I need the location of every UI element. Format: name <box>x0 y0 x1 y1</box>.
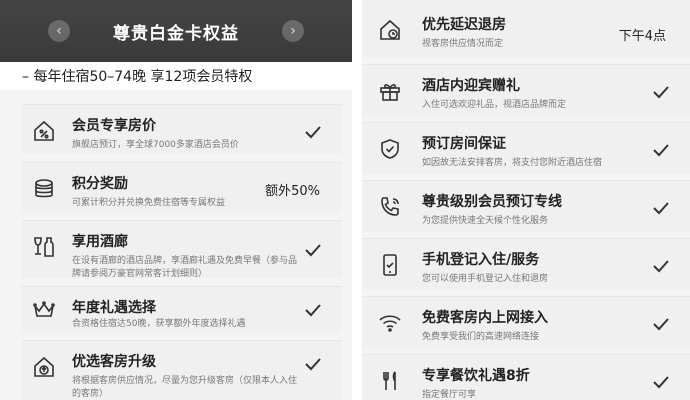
check-icon <box>304 355 322 373</box>
benefit-card-member-rate[interactable]: 会员专享房价 旗舰店预订，享全球7000多家酒店会员价 <box>22 104 342 154</box>
header: ‹ 尊贵白金卡权益 › <box>0 0 352 62</box>
benefit-value: 下午4点 <box>618 29 666 44</box>
next-button[interactable]: › <box>282 20 304 42</box>
right-panel: 优先延迟退房 视客房供应情况而定 下午4点 酒店内迎宾赠礼 入住可选欢迎礼品，视… <box>362 0 690 400</box>
check-icon <box>304 241 322 259</box>
tier-subtitle: – 每年住宿50–74晚 享12项会员特权 <box>0 62 352 90</box>
phone-icon <box>378 195 402 219</box>
percent-house-icon <box>32 119 56 143</box>
benefit-desc: 如因故无法安排客房，将支付您附近酒店住宿 <box>422 158 603 168</box>
benefit-name: 专享餐饮礼遇8折 <box>422 368 530 384</box>
shield-check-icon <box>378 137 402 161</box>
check-icon <box>652 315 670 333</box>
benefit-desc: 旗舰店预订，享全球7000多家酒店会员价 <box>72 140 239 150</box>
page-title: 尊贵白金卡权益 <box>113 23 239 44</box>
check-icon <box>652 83 670 101</box>
check-icon <box>304 301 322 319</box>
benefit-card-welcome-gift[interactable]: 酒店内迎宾赠礼 入住可选欢迎礼品，视酒店品牌而定 <box>362 64 690 116</box>
benefit-desc: 入住可选欢迎礼品，视酒店品牌而定 <box>422 100 567 110</box>
benefit-name: 优选客房升级 <box>72 354 156 370</box>
benefit-card-points[interactable]: 积分奖励 可累计积分并兑换免费住宿等专属权益 额外50% <box>22 162 342 212</box>
benefit-desc: 为您提供快速全天候个性化服务 <box>422 216 549 226</box>
benefit-desc: 在设有酒廊的酒店品牌，享酒廊礼遇及免费早餐（参与品牌请参阅万豪官网常客计划细则） <box>72 256 298 279</box>
gift-icon <box>378 79 402 103</box>
benefit-card-lounge[interactable]: 享用酒廊 在设有酒廊的酒店品牌，享酒廊礼遇及免费早餐（参与品牌请参阅万豪官网常客… <box>22 220 342 279</box>
clock-house-icon <box>378 18 402 42</box>
check-icon <box>304 123 322 141</box>
crown-icon <box>32 298 56 322</box>
check-icon <box>652 141 670 159</box>
panel-divider <box>352 0 362 400</box>
benefit-desc: 您可以使用手机登记入住和退房 <box>422 274 549 284</box>
benefit-name: 酒店内迎宾赠礼 <box>422 78 520 94</box>
benefit-desc: 视客房供应情况而定 <box>422 39 504 49</box>
benefit-card-free-internet[interactable]: 免费客房内上网接入 免费享受我们的高速网络连接 <box>362 296 690 348</box>
benefit-name: 优先延迟退房 <box>422 17 506 33</box>
benefit-name: 尊贵级别会员预订专线 <box>422 194 562 210</box>
wine-icon <box>32 235 56 259</box>
benefit-card-room-guarantee[interactable]: 预订房间保证 如因故无法安排客房，将支付您附近酒店住宿 <box>362 122 690 174</box>
check-icon <box>652 199 670 217</box>
dining-icon <box>378 369 402 393</box>
wifi-icon <box>378 311 402 335</box>
benefit-card-dining-discount[interactable]: 专享餐饮礼遇8折 指定餐厅可享 <box>362 354 690 400</box>
benefit-desc: 免费享受我们的高速网络连接 <box>422 332 540 342</box>
benefit-name: 会员专享房价 <box>72 118 156 134</box>
benefit-card-late-checkout[interactable]: 优先延迟退房 视客房供应情况而定 下午4点 <box>362 0 690 58</box>
benefit-desc: 将根据客房供应情况，尽量为您升级客房（仅限本人入住的客房） <box>72 376 298 399</box>
prev-button[interactable]: ‹ <box>48 20 70 42</box>
benefit-desc: 合资格住宿达50晚，获享额外年度选择礼遇 <box>72 319 246 329</box>
benefit-card-room-upgrade[interactable]: 优选客房升级 将根据客房供应情况，尽量为您升级客房（仅限本人入住的客房） <box>22 340 342 400</box>
benefit-value: 额外50% <box>265 184 320 199</box>
benefit-card-annual-gift[interactable]: 年度礼遇选择 合资格住宿达50晚，获享额外年度选择礼遇 <box>22 286 342 332</box>
check-icon <box>652 373 670 391</box>
benefit-name: 手机登记入住/服务 <box>422 252 540 268</box>
screenshot: ‹ 尊贵白金卡权益 › – 每年住宿50–74晚 享12项会员特权 会员专享房价… <box>0 0 690 400</box>
benefit-name: 预订房间保证 <box>422 136 506 152</box>
benefit-name: 享用酒廊 <box>72 234 128 250</box>
benefit-name: 积分奖励 <box>72 176 128 192</box>
benefit-card-reservation-line[interactable]: 尊贵级别会员预订专线 为您提供快速全天候个性化服务 <box>362 180 690 232</box>
benefit-card-mobile-checkin[interactable]: 手机登记入住/服务 您可以使用手机登记入住和退房 <box>362 238 690 290</box>
coins-icon <box>32 177 56 201</box>
benefit-name: 免费客房内上网接入 <box>422 310 548 326</box>
benefit-desc: 指定餐厅可享 <box>422 390 477 400</box>
check-icon <box>652 257 670 275</box>
mobile-check-icon <box>378 253 402 277</box>
upgrade-house-icon <box>32 355 56 379</box>
benefit-desc: 可累计积分并兑换免费住宿等专属权益 <box>72 198 226 208</box>
left-panel: ‹ 尊贵白金卡权益 › – 每年住宿50–74晚 享12项会员特权 会员专享房价… <box>0 0 352 400</box>
benefit-name: 年度礼遇选择 <box>72 300 156 316</box>
